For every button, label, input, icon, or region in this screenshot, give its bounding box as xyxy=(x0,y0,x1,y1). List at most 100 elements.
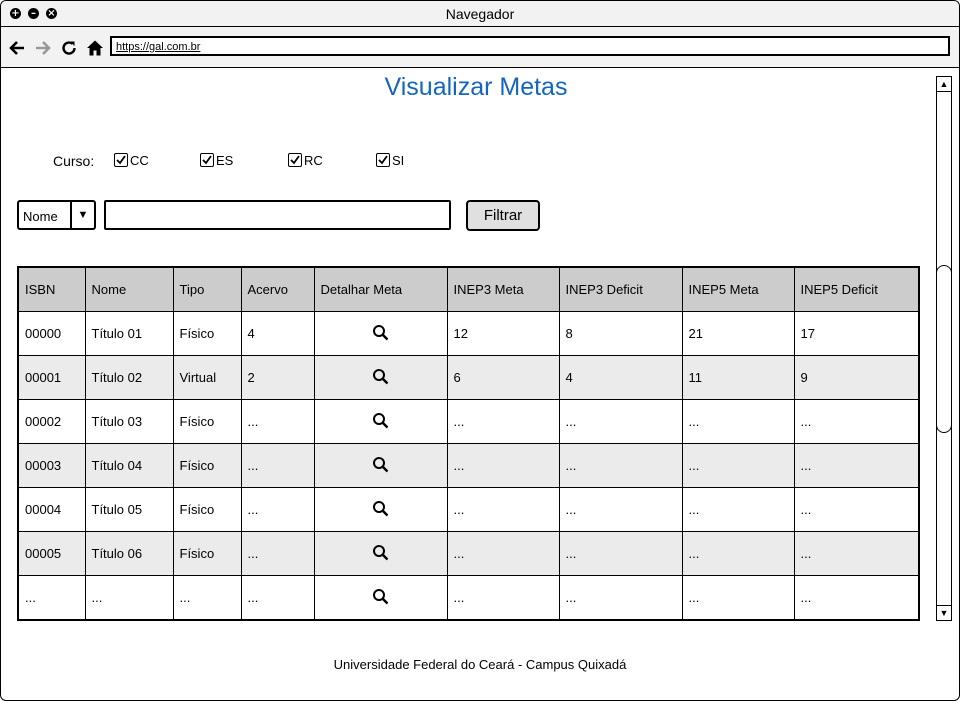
checkbox-checked-icon[interactable] xyxy=(376,153,390,167)
cell-inep3-deficit: ... xyxy=(558,531,683,576)
cell-detalhar[interactable] xyxy=(313,487,448,532)
browser-window: + – × Navegador https://gal.com.br Visua… xyxy=(0,0,960,701)
checkbox-label: CC xyxy=(130,153,149,168)
cell-acervo: ... xyxy=(240,399,315,444)
cell-inep3-meta: ... xyxy=(446,575,560,621)
cell-detalhar[interactable] xyxy=(313,355,448,400)
cell-inep5-meta: ... xyxy=(681,443,795,488)
address-bar[interactable]: https://gal.com.br xyxy=(110,36,950,56)
cell-acervo: ... xyxy=(240,487,315,532)
cell-isbn: 00002 xyxy=(17,399,86,444)
cell-tipo: Físico xyxy=(172,399,242,444)
cell-isbn: 00001 xyxy=(17,355,86,400)
table-header-row: ISBN Nome Tipo Acervo Detalhar Meta INEP… xyxy=(17,266,920,312)
cell-inep5-meta: ... xyxy=(681,487,795,532)
cell-acervo: 4 xyxy=(240,311,315,356)
cell-inep3-meta: ... xyxy=(446,443,560,488)
back-arrow-icon[interactable] xyxy=(8,39,26,57)
cell-inep3-deficit: ... xyxy=(558,487,683,532)
cell-inep5-meta: 11 xyxy=(681,355,795,400)
filter-button[interactable]: Filtrar xyxy=(466,200,540,231)
checkbox-si[interactable]: SI xyxy=(376,153,404,168)
column-header-inep5-deficit: INEP5 Deficit xyxy=(793,266,920,312)
cell-inep3-meta: 12 xyxy=(446,311,560,356)
cell-inep3-deficit: 4 xyxy=(558,355,683,400)
cell-isbn: 00000 xyxy=(17,311,86,356)
checkbox-checked-icon[interactable] xyxy=(288,153,302,167)
cell-tipo: Virtual xyxy=(172,355,242,400)
cell-inep5-meta: 21 xyxy=(681,311,795,356)
cell-acervo: ... xyxy=(240,531,315,576)
checkbox-label: SI xyxy=(392,153,405,168)
table-row: ........................ xyxy=(17,575,920,621)
table-row: 00000 Título 01 Físico 4 12 8 21 17 xyxy=(17,311,920,356)
cell-nome: Título 04 xyxy=(84,443,174,488)
search-icon[interactable] xyxy=(372,456,389,473)
cell-inep5-deficit: ... xyxy=(793,575,920,621)
cell-inep5-meta: ... xyxy=(681,575,795,621)
footer-text: Universidade Federal do Ceará - Campus Q… xyxy=(333,657,627,672)
cell-inep5-deficit: 17 xyxy=(793,311,920,356)
cell-inep3-meta: 6 xyxy=(446,355,560,400)
cell-acervo: ... xyxy=(240,443,315,488)
chevron-down-icon[interactable]: ▼ xyxy=(70,202,94,228)
cell-isbn: 00005 xyxy=(17,531,86,576)
search-input[interactable] xyxy=(104,200,451,230)
cell-inep3-deficit: 8 xyxy=(558,311,683,356)
search-icon[interactable] xyxy=(372,500,389,517)
table-row: 00005 Título 06 Físico............... xyxy=(17,531,920,576)
column-header-isbn: ISBN xyxy=(17,266,86,312)
cell-inep3-meta: ... xyxy=(446,399,560,444)
cell-detalhar[interactable] xyxy=(313,575,448,621)
cell-acervo: 2 xyxy=(240,355,315,400)
checkbox-cc[interactable]: CC xyxy=(114,153,149,168)
checkbox-checked-icon[interactable] xyxy=(114,153,128,167)
column-header-inep3-deficit: INEP3 Deficit xyxy=(558,266,683,312)
cell-inep5-deficit: ... xyxy=(793,531,920,576)
scrollbar-thumb[interactable] xyxy=(936,265,952,433)
reload-icon[interactable] xyxy=(60,39,78,57)
cell-inep3-deficit: ... xyxy=(558,399,683,444)
cell-nome: Título 02 xyxy=(84,355,174,400)
search-icon[interactable] xyxy=(372,588,389,605)
table-row: 00003 Título 04 Físico............... xyxy=(17,443,920,488)
scroll-down-icon[interactable]: ▼ xyxy=(937,605,951,620)
vertical-scrollbar[interactable]: ▲ ▼ xyxy=(936,76,952,621)
cell-detalhar[interactable] xyxy=(313,399,448,444)
cell-inep3-meta: ... xyxy=(446,531,560,576)
cell-detalhar[interactable] xyxy=(313,531,448,576)
cell-nome: ... xyxy=(84,575,174,621)
checkbox-es[interactable]: ES xyxy=(200,153,233,168)
forward-arrow-icon[interactable] xyxy=(34,39,52,57)
column-header-detalhar-meta: Detalhar Meta xyxy=(313,266,448,312)
checkbox-rc[interactable]: RC xyxy=(288,153,323,168)
cell-nome: Título 01 xyxy=(84,311,174,356)
search-icon[interactable] xyxy=(372,544,389,561)
cell-nome: Título 05 xyxy=(84,487,174,532)
table-row: 00002 Título 03 Físico............... xyxy=(17,399,920,444)
checkbox-label: RC xyxy=(304,153,323,168)
cell-tipo: Físico xyxy=(172,311,242,356)
checkbox-label: ES xyxy=(216,153,234,168)
home-icon[interactable] xyxy=(86,39,104,57)
search-icon[interactable] xyxy=(372,412,389,429)
cell-tipo: Físico xyxy=(172,531,242,576)
cell-inep5-deficit: 9 xyxy=(793,355,920,400)
column-header-acervo: Acervo xyxy=(240,266,315,312)
metas-table: ISBN Nome Tipo Acervo Detalhar Meta INEP… xyxy=(17,266,920,621)
search-icon[interactable] xyxy=(372,368,389,385)
scroll-up-icon[interactable]: ▲ xyxy=(937,77,951,92)
cell-inep3-meta: ... xyxy=(446,487,560,532)
filter-field-select[interactable]: Nome ▼ xyxy=(17,200,96,230)
cell-detalhar[interactable] xyxy=(313,443,448,488)
cell-tipo: ... xyxy=(172,575,242,621)
search-icon[interactable] xyxy=(372,324,389,341)
cell-detalhar[interactable] xyxy=(313,311,448,356)
select-value: Nome xyxy=(23,209,58,224)
curso-label: Curso: xyxy=(53,153,95,169)
cell-inep3-deficit: ... xyxy=(558,443,683,488)
cell-isbn: 00003 xyxy=(17,443,86,488)
column-header-inep5-meta: INEP5 Meta xyxy=(681,266,795,312)
cell-acervo: ... xyxy=(240,575,315,621)
checkbox-checked-icon[interactable] xyxy=(200,153,214,167)
